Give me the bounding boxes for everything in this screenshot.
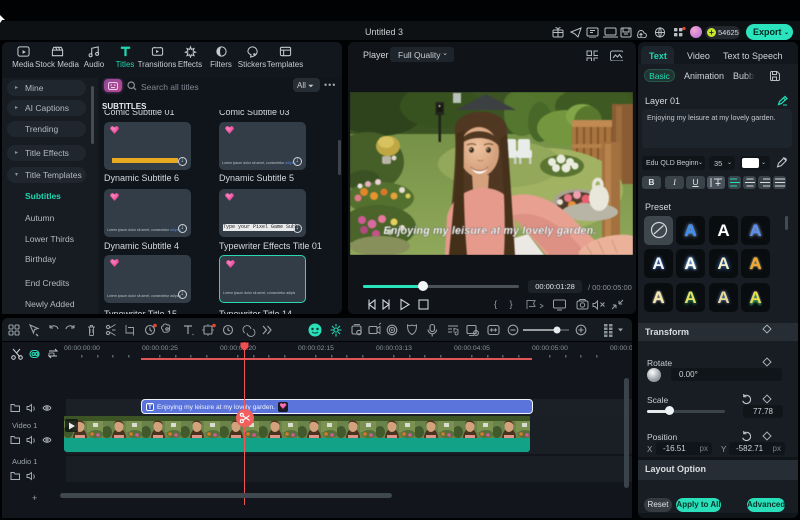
svg-text:Enjoying my leisure at my love: Enjoying my leisure at my lovely garden. [384,225,597,237]
